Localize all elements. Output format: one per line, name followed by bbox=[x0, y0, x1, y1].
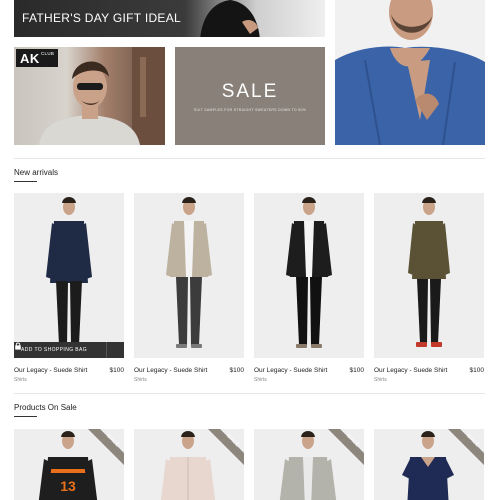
product-card[interactable]: ADD TO SHOPPING BAG Our Legacy - Suede S… bbox=[14, 193, 124, 383]
sale-badge: SALE bbox=[208, 429, 244, 465]
product-image[interactable] bbox=[134, 193, 244, 358]
product-category: Shirts bbox=[14, 377, 27, 383]
product-card[interactable]: Our Legacy - Suede Shirt $100 Shirts bbox=[254, 193, 364, 383]
akclub-banner[interactable]: AK CLUB bbox=[14, 47, 165, 145]
product-name[interactable]: Our Legacy - Suede Shirt bbox=[14, 367, 87, 374]
lock-icon bbox=[15, 342, 21, 350]
sale-product-card[interactable]: SALE bbox=[374, 429, 484, 500]
banner-model-image bbox=[200, 0, 260, 37]
product-price: $100 bbox=[109, 367, 124, 374]
product-image[interactable]: SALE bbox=[374, 429, 484, 500]
products-on-sale-title: Products On Sale bbox=[14, 403, 77, 412]
section-divider bbox=[14, 158, 485, 159]
product-image[interactable] bbox=[254, 193, 364, 358]
product-price: $100 bbox=[229, 367, 244, 374]
denim-model-image bbox=[335, 0, 485, 145]
product-category: Shirts bbox=[374, 377, 387, 383]
sale-badge: SALE bbox=[88, 429, 124, 465]
sale-product-card[interactable]: 13 SALE bbox=[14, 429, 124, 500]
sale-banner[interactable]: SALE SUIT SAMPLES FOR STRAIGHT SWEATERS … bbox=[175, 47, 325, 145]
product-image[interactable]: 13 SALE bbox=[14, 429, 124, 500]
product-price: $100 bbox=[469, 367, 484, 374]
product-name[interactable]: Our Legacy - Suede Shirt bbox=[374, 367, 447, 374]
new-arrivals-underline bbox=[14, 181, 37, 182]
product-image[interactable] bbox=[374, 193, 484, 358]
product-card[interactable]: Our Legacy - Suede Shirt $100 Shirts bbox=[374, 193, 484, 383]
jersey-number: 13 bbox=[60, 478, 76, 494]
product-image[interactable]: ADD TO SHOPPING BAG bbox=[14, 193, 124, 358]
product-image[interactable]: SALE bbox=[254, 429, 364, 500]
sale-product-card[interactable]: SALE bbox=[134, 429, 244, 500]
section-divider bbox=[14, 393, 485, 394]
product-name[interactable]: Our Legacy - Suede Shirt bbox=[134, 367, 207, 374]
product-category: Shirts bbox=[254, 377, 267, 383]
product-card[interactable]: Our Legacy - Suede Shirt $100 Shirts bbox=[134, 193, 244, 383]
products-on-sale-underline bbox=[14, 416, 37, 417]
akclub-model-image bbox=[39, 47, 165, 145]
sale-banner-title: SALE bbox=[221, 81, 279, 102]
fathers-day-banner[interactable]: FATHER'S DAY GIFT IDEAL bbox=[14, 0, 325, 37]
product-price: $100 bbox=[349, 367, 364, 374]
fathers-day-banner-title: FATHER'S DAY GIFT IDEAL bbox=[22, 11, 182, 25]
new-arrivals-title: New arrivals bbox=[14, 168, 59, 177]
add-to-bag-separator bbox=[106, 342, 107, 358]
sale-banner-subtitle: SUIT SAMPLES FOR STRAIGHT SWEATERS DOWN … bbox=[193, 108, 307, 112]
sale-badge: SALE bbox=[328, 429, 364, 465]
denim-shirt-banner[interactable] bbox=[335, 0, 485, 145]
sale-badge: SALE bbox=[448, 429, 484, 465]
product-name[interactable]: Our Legacy - Suede Shirt bbox=[254, 367, 327, 374]
product-category: Shirts bbox=[134, 377, 147, 383]
product-image[interactable]: SALE bbox=[134, 429, 244, 500]
sale-product-card[interactable]: SALE bbox=[254, 429, 364, 500]
add-to-bag-button[interactable]: ADD TO SHOPPING BAG bbox=[14, 342, 124, 358]
